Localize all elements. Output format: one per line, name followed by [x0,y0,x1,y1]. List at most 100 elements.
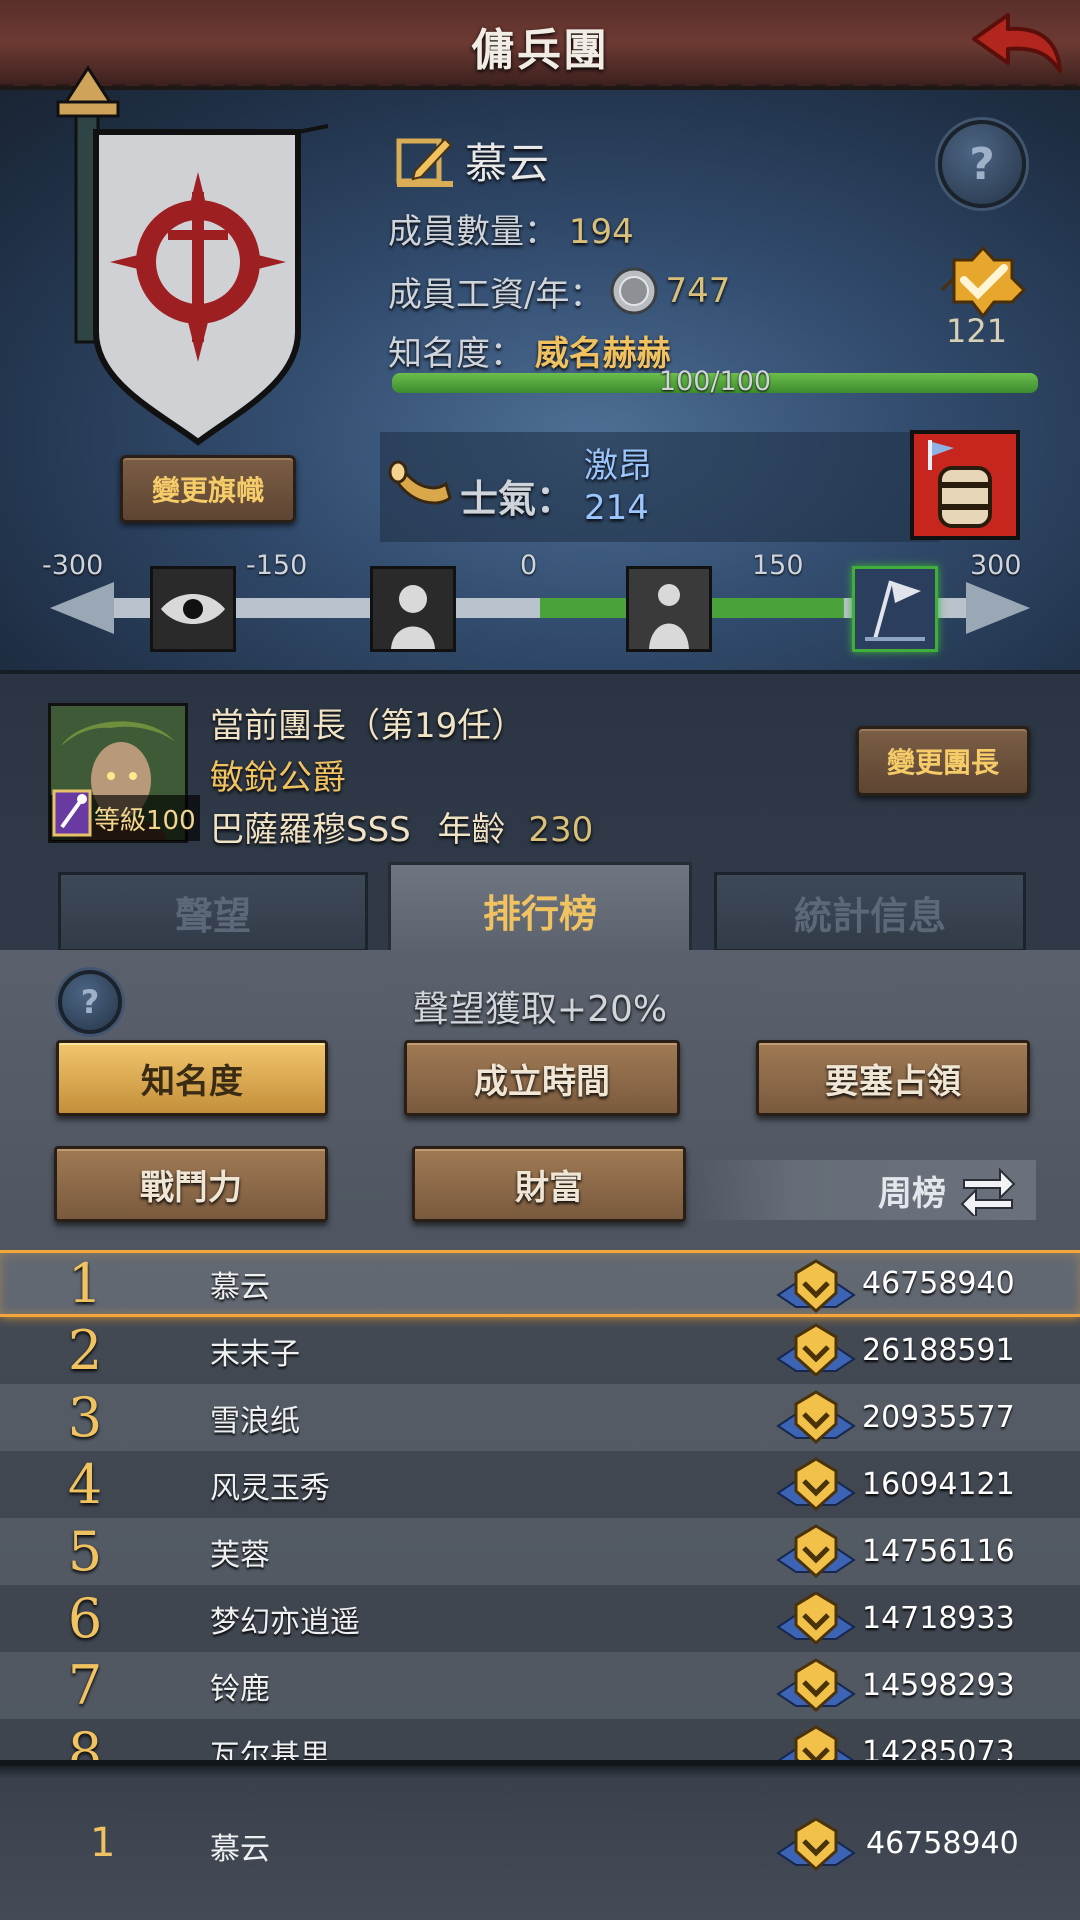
leader-name-line: 巴薩羅穆SSS 年齡 230 [210,802,593,851]
leader-rank-title: 敏銳公爵 [210,758,346,798]
reputation-score: 14718933 [862,1601,1015,1636]
leader-title-line: 當前團長（第19任） [210,706,526,746]
leader-age: 230 [528,810,594,850]
tab-leaderboard[interactable]: 排行榜 [388,862,692,956]
morale-state: 激昂 [584,446,652,486]
scale-calm-icon [626,566,712,652]
guild-name: 末末子 [210,1336,300,1372]
guild-name: 瓦尔基里 [210,1738,330,1761]
scale-despair-icon [370,566,456,652]
reputation-score: 16094121 [862,1467,1015,1502]
tab-reputation[interactable]: 聲望 [58,872,368,952]
guild-banner-emblem [56,65,329,446]
reputation-badge-icon [776,1591,856,1646]
salary-label: 成員工資/年： [388,274,604,315]
leaderboard-row[interactable]: 4 风灵玉秀 16094121 [0,1451,1080,1518]
reputation-badge-icon [777,1725,855,1760]
leaderboard-row[interactable]: 2 末末子 26188591 [0,1317,1080,1384]
category-fame-button[interactable]: 知名度 [56,1040,328,1116]
reputation-badge-icon [776,1658,856,1713]
salary-value: 747 [665,271,731,311]
guild-name: 慕云 [210,1269,270,1305]
leaderboard-row[interactable]: 5 芙蓉 14756116 [0,1518,1080,1585]
rank-number: 5 [67,1520,103,1583]
leader-level-text: 等級100 [94,805,196,836]
reputation-score: 14598293 [862,1668,1015,1703]
rank-number: 1 [67,1252,103,1315]
silver-coin-icon [610,267,658,315]
rank-number: 3 [67,1386,103,1449]
reputation-score: 14285073 [862,1735,1015,1760]
morale-tick-label: 0 [520,550,538,581]
guild-name: 芙蓉 [210,1537,270,1573]
leader-name: 巴薩羅穆SSS [210,810,411,850]
my-rank-score: 46758940 [866,1826,1019,1861]
supply-barrel-icon[interactable] [910,430,1020,540]
reputation-badge-icon [776,1457,856,1512]
swap-arrows-icon [960,1167,1016,1216]
member-count-value: 194 [568,212,634,252]
rank-number: 4 [67,1453,103,1516]
back-arrow-icon [972,13,1062,73]
reputation-score: 26188591 [862,1333,1015,1368]
edit-name-icon[interactable] [395,133,455,189]
leaderboard-list[interactable]: 1 慕云 46758940 2 末末子 26188591 3 雪浪纸 20935577 4 风灵玉秀… [0,1250,1080,1760]
reputation-score: 46758940 [862,1266,1015,1301]
change-leader-button[interactable]: 變更團長 [856,726,1030,796]
scale-battle-flag-icon [852,566,938,652]
tab-statistics[interactable]: 統計信息 [714,872,1026,952]
guild-help-button[interactable]: ? [938,120,1026,208]
rank-number: 7 [67,1654,103,1717]
rank-number: 8 [67,1721,103,1760]
my-rank-number: 1 [90,1820,116,1866]
staff-class-icon [52,789,92,837]
horn-icon [388,460,452,505]
morale-tick-label: 150 [752,550,804,581]
category-fortress-button[interactable]: 要塞占領 [756,1040,1030,1116]
reputation-badge-icon [776,1524,856,1579]
back-button[interactable] [966,6,1066,82]
scale-eye-icon [150,566,236,652]
fame-progress-text: 100/100 [658,366,772,397]
task-count: 121 [946,312,1008,350]
change-flag-button[interactable]: 變更旗幟 [120,455,296,523]
guild-name: 慕云 [465,139,550,188]
reputation-score: 20935577 [862,1400,1015,1435]
salary-line: 成員工資/年： 747 [388,266,730,316]
leaderboard-row[interactable]: 6 梦幻亦逍遥 14718933 [0,1585,1080,1652]
leaderboard-row[interactable]: 3 雪浪纸 20935577 [0,1384,1080,1451]
reputation-bonus-text: 聲望獲取+20% [412,989,668,1030]
guild-name: 梦幻亦逍遥 [210,1604,360,1640]
morale-tick-label: -300 [42,550,104,581]
question-icon: ? [969,138,995,190]
reputation-badge-icon [776,1817,856,1872]
weekly-toggle-button[interactable]: 周榜 [694,1160,1036,1220]
member-count-label: 成員數量： [388,212,558,252]
morale-tick-label: 300 [970,550,1022,581]
leaderboard-row[interactable]: 1 慕云 46758940 [0,1250,1080,1317]
reputation-badge-icon [776,1390,856,1445]
leaderboard-row[interactable]: 7 铃鹿 14598293 [0,1652,1080,1719]
category-wealth-button[interactable]: 財富 [412,1146,686,1222]
leaderboard-row[interactable]: 8 瓦尔基里 14285073 [0,1719,1080,1760]
reputation-badge-icon [776,1323,856,1378]
my-rank-name: 慕云 [210,1832,270,1867]
morale-tick-label: -150 [246,550,308,581]
task-badge-icon[interactable] [934,244,1032,320]
leader-age-label: 年齡 [437,810,506,850]
guild-name-row: 慕云 [395,130,549,191]
morale-label: 士氣： [460,477,575,521]
guild-name: 雪浪纸 [210,1403,300,1439]
weekly-label: 周榜 [878,1173,946,1214]
leader-level-badge: 等級100 [50,789,200,841]
rank-number: 6 [67,1587,103,1650]
guild-name: 铃鹿 [210,1671,270,1707]
reputation-score: 14756116 [862,1534,1015,1569]
member-count-line: 成員數量： 194 [388,204,634,253]
rank-number: 2 [67,1319,103,1382]
category-combat-power-button[interactable]: 戰鬥力 [54,1146,328,1222]
reputation-badge-icon [776,1259,856,1314]
category-founding-time-button[interactable]: 成立時間 [404,1040,680,1116]
guild-name: 风灵玉秀 [210,1470,330,1506]
morale-value: 214 [584,488,649,528]
